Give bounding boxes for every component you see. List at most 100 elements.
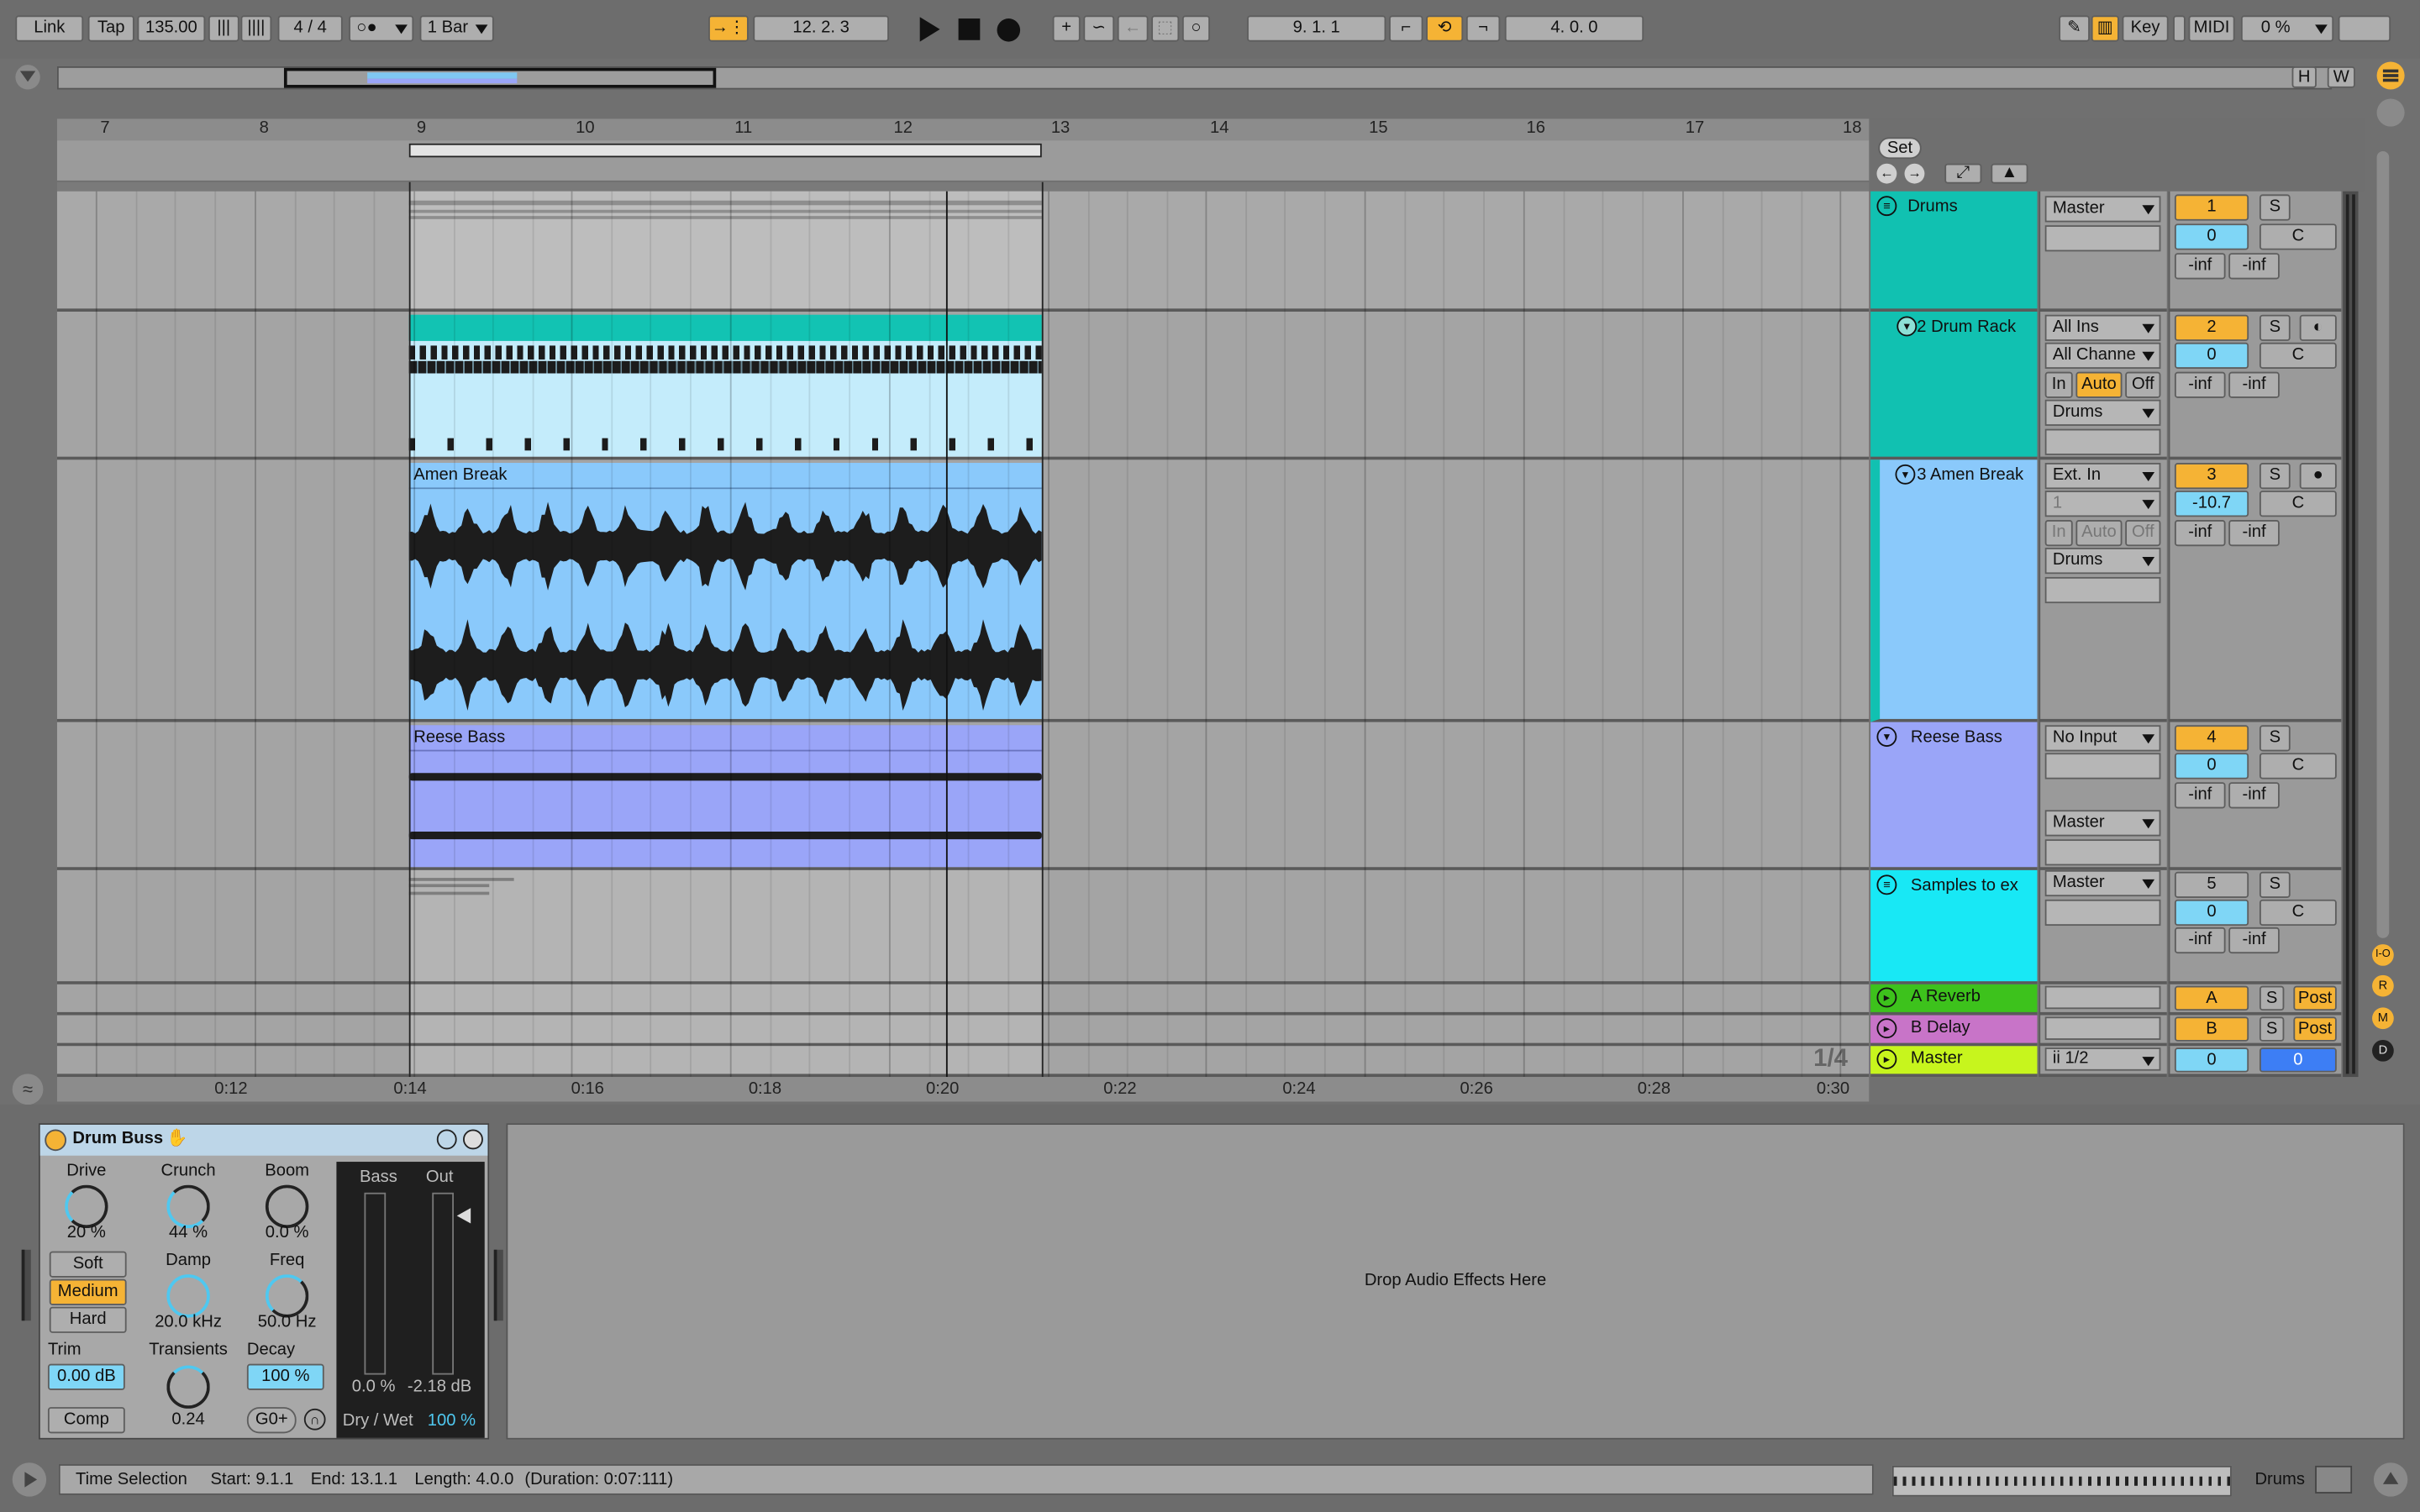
metronome-menu[interactable]: ○● [349,15,414,42]
hot-swap-icon[interactable]: ✋ [166,1128,187,1147]
pan-field[interactable]: C [2259,491,2337,517]
draw-mode-icon[interactable]: ✎ [2059,15,2090,42]
fold-icon[interactable]: ▾ [1895,464,1916,485]
peak-right[interactable]: -inf [2228,253,2280,280]
device-scroll-right[interactable] [493,1249,503,1321]
device-preset-icon[interactable] [436,1129,457,1150]
arrangement-position-field[interactable]: 12. 2. 3 [753,15,889,42]
volume-field[interactable]: 0 [2174,342,2249,369]
peak-right[interactable]: -inf [2228,927,2280,954]
input-channel-select[interactable]: All Channe [2044,342,2161,369]
output-channel[interactable] [2044,899,2161,927]
show-browser-icon[interactable] [13,61,44,92]
master-volume-field[interactable]: 0 [2174,1047,2249,1073]
headphone-icon[interactable]: ∩ [303,1408,326,1431]
tempo-field[interactable]: 135.00 [137,15,206,42]
track-header-amen[interactable]: ▾ 3 Amen Break [1870,459,2038,722]
keyboard-icon[interactable]: ▥ [2091,15,2119,42]
key-map-button[interactable]: Key [2122,15,2169,42]
time-ruler[interactable]: 0:12 0:14 0:16 0:18 0:20 0:22 0:24 0:26 … [56,1077,1870,1102]
output-select[interactable] [2044,985,2161,1010]
bass-meter[interactable] [364,1192,387,1375]
set-button[interactable]: Set [1878,137,1922,160]
input-channel-select[interactable] [2044,753,2161,780]
tap-button[interactable]: Tap [87,15,134,42]
link-button[interactable]: Link [15,15,84,42]
lane-amen-break[interactable]: Amen Break [56,459,1870,722]
output-select[interactable]: Drums [2044,548,2161,575]
crunch-knob[interactable] [166,1184,210,1229]
lane-drums[interactable] [56,191,1870,312]
peak-left[interactable]: -inf [2174,519,2226,547]
track-view-icon[interactable] [2315,1465,2353,1494]
output-select[interactable]: Master [2044,196,2161,223]
track-activator[interactable]: A [2174,985,2249,1011]
peak-left[interactable]: -inf [2174,782,2226,809]
beat-ruler[interactable]: 7 8 9 10 11 12 13 14 15 16 17 18 [56,118,1870,141]
track-activator[interactable]: 1 [2174,194,2249,221]
show-groove-icon[interactable]: ≈ [12,1074,44,1105]
punch-in-icon[interactable]: ⌐ [1389,15,1423,42]
hard-button[interactable]: Hard [49,1306,127,1333]
track-header-delay[interactable]: ▸ B Delay [1870,1015,2038,1047]
device-on-icon[interactable] [45,1129,66,1152]
loop-start-field[interactable]: 9. 1. 1 [1247,15,1386,42]
monitor-in-button[interactable]: In [2044,519,2073,547]
play-icon[interactable]: ▸ [1876,987,1897,1008]
io-toggle[interactable]: I-O [2372,944,2394,966]
cue-volume-field[interactable]: 0 [2259,1047,2337,1073]
output-select[interactable]: Master [2044,869,2161,897]
track-header-drum-rack[interactable]: ▾ 2 Drum Rack [1870,312,2038,460]
record-icon[interactable] [997,18,1021,42]
out-gain-slider[interactable] [456,1208,471,1224]
track-activator[interactable]: 3 [2174,463,2249,490]
post-button[interactable]: Post [2293,985,2337,1011]
boom-knob[interactable] [265,1184,309,1229]
lane-return-a[interactable] [56,984,1870,1016]
medium-button[interactable]: Medium [49,1278,127,1305]
peak-left[interactable]: -inf [2174,253,2226,280]
audio-effects-drop-zone[interactable]: Drop Audio Effects Here [506,1123,2405,1440]
nudge-down-icon[interactable]: ||| [208,15,239,42]
volume-field[interactable]: 0 [2174,899,2249,927]
solo-button[interactable]: S [2259,1016,2285,1042]
expand-icon[interactable]: ⤢ [1944,163,1982,184]
lock-icon[interactable]: ▲ [1991,163,2028,184]
solo-button[interactable]: S [2259,985,2285,1011]
device-save-icon[interactable] [463,1129,483,1150]
solo-button[interactable]: S [2259,725,2291,752]
loop-switch-icon[interactable]: ⟲ [1426,15,1464,42]
freq-knob[interactable] [265,1274,309,1318]
automation-arm-icon[interactable]: ∽ [1083,15,1115,42]
follow-icon[interactable]: →⋮ [708,15,749,42]
output-select[interactable]: Drums [2044,399,2161,426]
peak-right[interactable]: -inf [2228,371,2280,398]
playhead[interactable] [945,191,948,1078]
optimize-height-button[interactable]: H [2291,66,2317,88]
pan-field[interactable]: C [2259,342,2337,369]
solo-button[interactable]: S [2259,314,2291,341]
lane-samples[interactable] [56,869,1870,984]
track-header-reverb[interactable]: ▸ A Reverb [1870,984,2038,1016]
reenable-automation-icon[interactable]: ← [1117,15,1149,42]
punch-out-icon[interactable]: ¬ [1465,15,1501,42]
prev-locator-icon[interactable]: ← [1876,163,1897,184]
output-select[interactable] [2044,1016,2161,1040]
track-activator[interactable]: 5 [2174,871,2249,898]
solo-button[interactable]: S [2259,194,2291,221]
solo-button[interactable]: S [2259,463,2291,490]
menu-icon[interactable] [2376,61,2405,90]
monitor-in-button[interactable]: In [2044,371,2073,398]
drive-knob[interactable] [65,1184,108,1229]
play-icon[interactable]: ▸ [1876,1018,1897,1039]
monitor-auto-button[interactable]: Auto [2075,519,2123,547]
input-type-select[interactable]: No Input [2044,725,2161,752]
output-channel[interactable] [2044,428,2161,455]
arrangement-overview[interactable] [56,66,2333,90]
comp-button[interactable]: Comp [47,1407,125,1434]
track-activator[interactable]: B [2174,1016,2249,1042]
volume-field[interactable]: 0 [2174,223,2249,250]
lane-master[interactable]: 1/4 [56,1046,1870,1078]
peak-left[interactable]: -inf [2174,927,2226,954]
peak-right[interactable]: -inf [2228,519,2280,547]
